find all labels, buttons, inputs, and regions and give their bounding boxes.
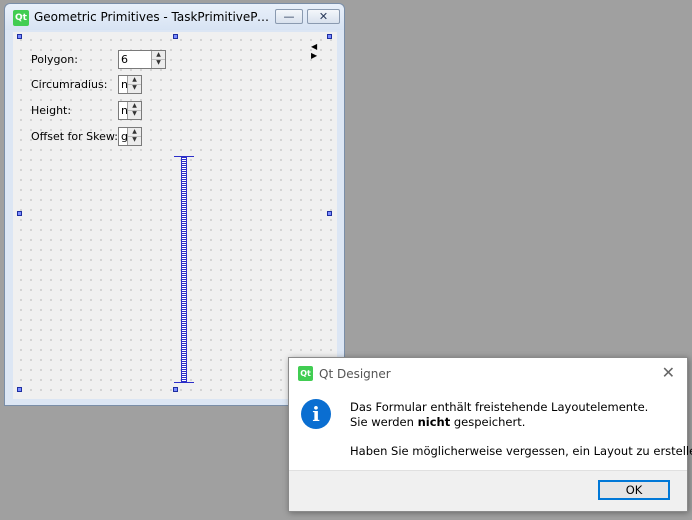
chevron-down-icon[interactable]: ▼ [152,59,165,67]
vertical-spacer[interactable] [181,157,187,382]
qt-logo-icon: Qt [13,10,29,26]
chevron-down-icon[interactable]: ▼ [128,84,141,92]
selection-handle[interactable] [17,211,22,216]
spacer-bottom-cap [174,382,194,383]
close-icon[interactable]: ✕ [662,364,675,382]
minimize-button[interactable]: — [275,9,303,24]
message-line-1: Das Formular enthält freistehende Layout… [350,400,649,414]
spin-buttons[interactable]: ▲ ▼ [127,102,141,119]
qt-designer-message-dialog: Qt Qt Designer ✕ i Das Formular enthält … [288,357,692,512]
form-canvas[interactable]: ◀ ▶ Polygon: Circumradius: Height: Offse… [13,32,337,399]
height-spinbox[interactable]: n ▲ ▼ [118,101,142,120]
qt-logo-icon: Qt [298,366,313,381]
height-label: Height: [31,104,72,117]
polygon-spinbox[interactable]: 6 ▲ ▼ [118,50,166,69]
message-line-2-end: gespeichert. [450,415,526,429]
spin-buttons[interactable]: ▲ ▼ [127,76,141,93]
ok-button[interactable]: OK [598,480,670,500]
spin-buttons[interactable]: ▲ ▼ [151,51,165,68]
message-emphasis: nicht [417,415,451,429]
circumradius-label: Circumradius: [31,78,108,91]
dialog-body: i Das Formular enthält freistehende Layo… [289,390,692,470]
form-window-title: Geometric Primitives - TaskPrimitivePara… [34,10,274,24]
selection-handle[interactable] [327,211,332,216]
chevron-down-icon[interactable]: ▼ [128,136,141,144]
selection-handle[interactable] [327,34,332,39]
chevron-down-icon[interactable]: ▼ [128,110,141,118]
circumradius-spinbox[interactable]: n ▲ ▼ [118,75,142,94]
dialog-button-bar: OK [289,470,687,511]
polygon-label: Polygon: [31,53,78,66]
dialog-title: Qt Designer [319,367,391,381]
message-line-2: Sie werden nicht gespeichert. [350,415,525,429]
form-title-bar[interactable]: Qt Geometric Primitives - TaskPrimitiveP… [5,4,344,30]
spin-buttons[interactable]: ▲ ▼ [127,128,141,145]
page-nav-arrows[interactable]: ◀ ▶ [311,42,337,60]
selection-handle[interactable] [17,34,22,39]
info-icon: i [301,399,331,429]
selection-handle[interactable] [173,34,178,39]
message-line-2-start: Sie werden [350,415,418,429]
offset-for-skew-label: Offset for Skew: [31,130,118,143]
selection-handle[interactable] [173,387,178,392]
designer-form-window: Qt Geometric Primitives - TaskPrimitiveP… [4,3,345,406]
question-text: Haben Sie möglicherweise vergessen, ein … [350,444,692,458]
offset-for-skew-spinbox[interactable]: g ▲ ▼ [118,127,142,146]
dialog-title-bar[interactable]: Qt Qt Designer ✕ [289,358,687,390]
selection-handle[interactable] [17,387,22,392]
close-button[interactable]: ✕ [307,9,340,24]
polygon-value: 6 [121,53,128,66]
